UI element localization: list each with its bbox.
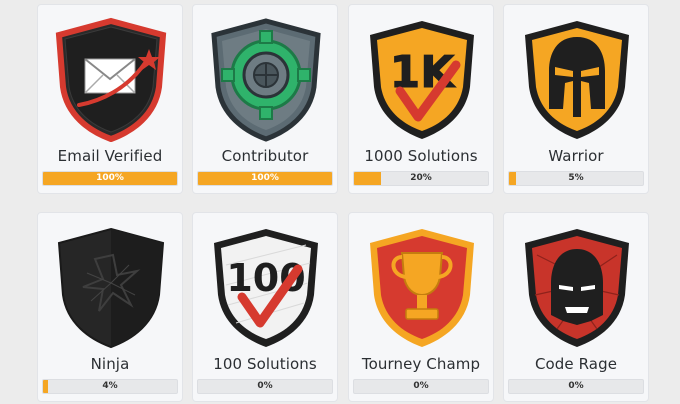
badge-card-email-verified[interactable]: Email Verified 100%	[37, 4, 183, 194]
badge-name: Contributor	[221, 147, 309, 165]
ninja-icon	[51, 225, 171, 350]
progress-bar: 5%	[508, 171, 644, 186]
progress-label: 0%	[413, 381, 429, 391]
progress-label: 5%	[568, 173, 584, 183]
progress-bar: 0%	[353, 379, 489, 394]
progress-label: 0%	[257, 381, 273, 391]
progress-label: 100%	[251, 173, 279, 183]
badge-card-ninja[interactable]: Ninja 4%	[37, 212, 183, 402]
progress-bar: 100%	[197, 171, 333, 186]
badge-card-warrior[interactable]: Warrior 5%	[503, 4, 649, 194]
badge-card-100-solutions[interactable]: 100 100 Solutions 0%	[192, 212, 338, 402]
badge-card-1000-solutions[interactable]: 1K 1000 Solutions 20%	[348, 4, 494, 194]
progress-bar: 4%	[42, 379, 178, 394]
badge-card-contributor[interactable]: Contributor 100%	[192, 4, 338, 194]
badge-card-code-rage[interactable]: Code Rage 0%	[503, 212, 649, 402]
progress-bar: 0%	[508, 379, 644, 394]
badge-name: Warrior	[548, 147, 604, 165]
progress-label: 20%	[410, 173, 432, 183]
badge-grid: Email Verified 100% Contributor 100% 1K …	[0, 0, 680, 404]
badge-name: Tourney Champ	[361, 355, 481, 373]
badge-name: Email Verified	[57, 147, 163, 165]
progress-label: 4%	[102, 381, 118, 391]
email-verified-icon	[51, 17, 171, 142]
progress-bar: 20%	[353, 171, 489, 186]
progress-label: 100%	[96, 173, 124, 183]
warrior-icon	[517, 17, 637, 142]
progress-bar: 100%	[42, 171, 178, 186]
badge-name: 1000 Solutions	[364, 147, 478, 165]
100-solutions-icon: 100	[206, 225, 326, 350]
contributor-icon	[206, 17, 326, 142]
1000-solutions-icon: 1K	[362, 17, 482, 142]
code-rage-icon	[517, 225, 637, 350]
badge-name: Code Rage	[534, 355, 618, 373]
progress-label: 0%	[568, 381, 584, 391]
progress-bar: 0%	[197, 379, 333, 394]
badge-name: Ninja	[90, 355, 130, 373]
badge-card-tourney-champ[interactable]: Tourney Champ 0%	[348, 212, 494, 402]
badge-name: 100 Solutions	[213, 355, 317, 373]
tourney-champ-icon	[362, 225, 482, 350]
